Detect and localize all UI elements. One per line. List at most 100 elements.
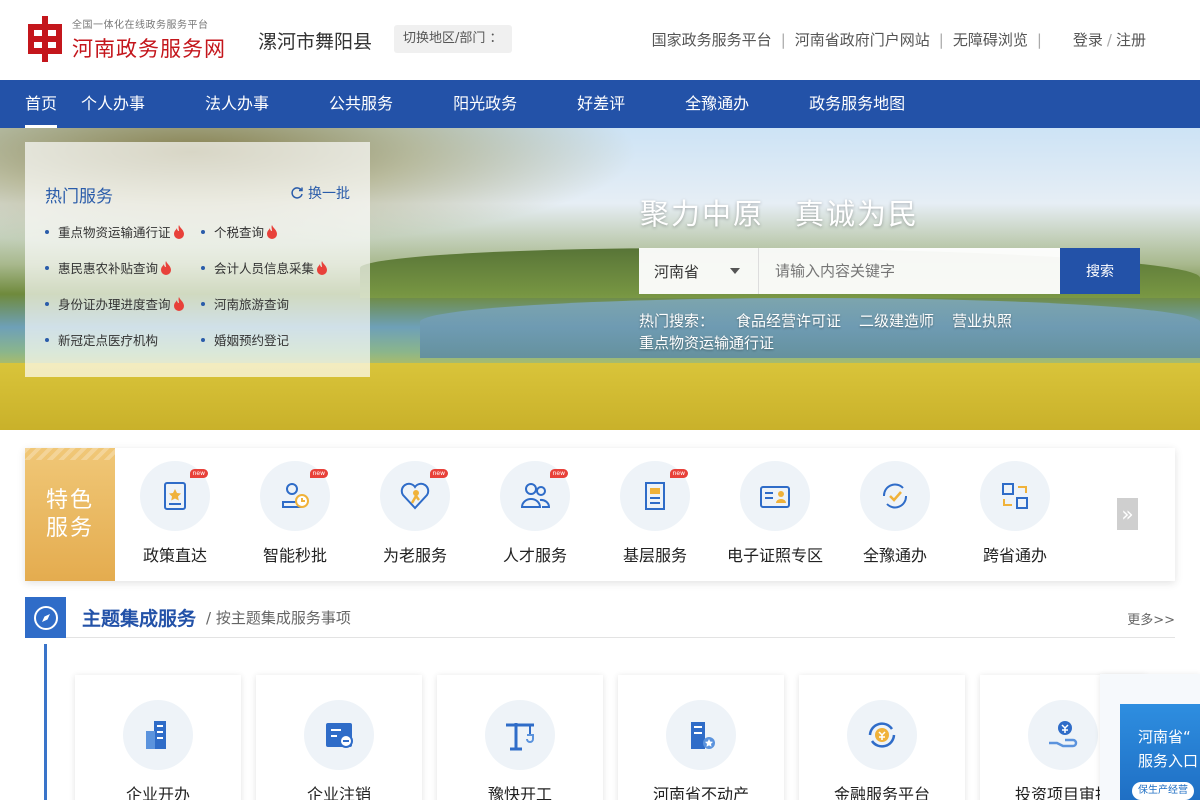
- nav-public-service[interactable]: 公共服务: [329, 80, 393, 128]
- nav-home[interactable]: 首页: [25, 80, 58, 128]
- nav-province-wide[interactable]: 全豫通办: [685, 80, 749, 128]
- theme-card-real-estate[interactable]: 河南省不动产: [618, 675, 784, 800]
- smart-approval-icon: [282, 483, 309, 508]
- feature-item-talent[interactable]: new 人才服务: [475, 448, 595, 581]
- banner-line: 河南省“: [1138, 728, 1191, 746]
- decorative-pattern: [25, 448, 115, 460]
- icon-circle: new: [140, 461, 210, 531]
- hot-service-item[interactable]: 河南旅游查询: [201, 294, 353, 313]
- link-accessibility[interactable]: 无障碍浏览: [953, 29, 1028, 50]
- refresh-button[interactable]: 换一批: [290, 183, 350, 203]
- nav-rating[interactable]: 好差评: [577, 80, 625, 128]
- register-link[interactable]: 注册: [1116, 29, 1146, 50]
- feature-next-button[interactable]: »: [1117, 498, 1138, 530]
- icon-circle: new: [380, 461, 450, 531]
- search-box: 河南省 搜索: [639, 248, 1140, 294]
- bullet: [201, 265, 205, 270]
- nav-corporate[interactable]: 法人办事: [205, 80, 269, 128]
- building-icon: [146, 721, 166, 749]
- theme-card-quick-start[interactable]: 豫快开工: [437, 675, 603, 800]
- link-national-platform[interactable]: 国家政务服务平台: [652, 29, 772, 50]
- icon-circle: [123, 700, 193, 770]
- divider: |: [780, 30, 786, 49]
- feature-item-province-wide[interactable]: 全豫通办: [835, 448, 955, 581]
- elderly-care-icon: [400, 482, 430, 510]
- hot-search-link[interactable]: 营业执照: [952, 312, 1012, 330]
- new-badge: new: [669, 469, 688, 478]
- hot-service-item[interactable]: 新冠定点医疗机构: [45, 330, 197, 349]
- auth-links: 登录 / 注册: [1073, 29, 1146, 50]
- refresh-icon: [291, 187, 303, 199]
- feature-item-label: 跨省通办: [982, 546, 1047, 565]
- new-badge: new: [189, 469, 208, 478]
- feature-item-label: 电子证照专区: [726, 546, 823, 565]
- finance-icon: [868, 722, 896, 748]
- theme-section-title: 主题集成服务: [82, 608, 197, 630]
- hero-slogan: 聚力中原 真诚为民: [640, 197, 920, 231]
- feature-label-line: 特色: [45, 487, 94, 513]
- link-henan-portal[interactable]: 河南省政府门户网站: [795, 29, 930, 50]
- crane-icon: [506, 723, 534, 751]
- theme-card-label: 豫快开工: [487, 785, 552, 800]
- feature-item-elderly[interactable]: new 为老服务: [355, 448, 475, 581]
- current-region: 漯河市舞阳县: [258, 31, 373, 53]
- new-badge: new: [309, 469, 328, 478]
- nav-personal[interactable]: 个人办事: [81, 80, 145, 128]
- feature-item-policy[interactable]: new 政策直达: [115, 448, 235, 581]
- hot-service-item[interactable]: 会计人员信息采集: [201, 258, 353, 277]
- feature-item-cross-province[interactable]: 跨省通办: [955, 448, 1075, 581]
- theme-card-label: 金融服务平台: [833, 785, 930, 800]
- bullet: [45, 301, 49, 306]
- hot-search-keywords: 热门搜索： 食品经营许可证 二级建造师 营业执照 重点物资运输通行证: [639, 310, 1059, 354]
- hot-service-label: 会计人员信息采集: [214, 261, 315, 276]
- bullet: [45, 265, 49, 270]
- search-button[interactable]: 搜索: [1060, 248, 1140, 294]
- hot-service-item[interactable]: 婚姻预约登记: [201, 330, 353, 349]
- hot-search-link[interactable]: 食品经营许可证: [736, 312, 841, 330]
- feature-item-e-license[interactable]: 电子证照专区: [715, 448, 835, 581]
- feature-item-grassroots[interactable]: new 基层服务: [595, 448, 715, 581]
- icon-circle: new: [500, 461, 570, 531]
- talent-icon: [520, 483, 551, 508]
- bullet: [45, 229, 49, 234]
- site-logo[interactable]: 全国一体化在线政务服务平台 河南政务服务网: [26, 14, 246, 64]
- theme-accent-bar: [44, 644, 47, 800]
- hot-services-panel: 热门服务 换一批 重点物资运输通行证 个税查询 惠民惠农补贴查询 会计人员信息采…: [25, 142, 370, 377]
- feature-item-label: 智能秒批: [262, 546, 327, 565]
- hot-service-item[interactable]: 惠民惠农补贴查询: [45, 258, 197, 277]
- hot-search-link[interactable]: 二级建造师: [859, 312, 934, 330]
- theme-card-business-startup[interactable]: 企业开办: [75, 675, 241, 800]
- feature-item-smart-approval[interactable]: new 智能秒批: [235, 448, 355, 581]
- banner-tag: 保生产经营: [1132, 782, 1194, 800]
- fire-icon: [161, 260, 172, 275]
- feature-services: 特色 服务 new 政策直达 new 智能秒批 new 为老服务 new 人才服…: [25, 448, 1175, 581]
- floating-service-banner[interactable]: 河南省“ 服务入口 保生产经营: [1120, 704, 1200, 800]
- hot-service-item[interactable]: 身份证办理进度查询: [45, 294, 197, 313]
- hot-service-item[interactable]: 个税查询: [201, 222, 353, 241]
- theme-cards: 企业开办 企业注销 豫快开工 河南省不动产 金融服务平台 投资项目审批: [75, 675, 1175, 800]
- nav-sunshine-affairs[interactable]: 阳光政务: [453, 80, 517, 128]
- feature-services-label: 特色 服务: [25, 448, 115, 581]
- bullet: [201, 229, 205, 234]
- fire-icon: [317, 260, 328, 275]
- nav-service-map[interactable]: 政务服务地图: [809, 80, 905, 128]
- switch-region-button[interactable]: 切换地区/部门 ：: [394, 25, 512, 53]
- banner-line: 服务入口: [1138, 752, 1199, 770]
- fire-icon: [267, 224, 278, 239]
- theme-card-business-cancel[interactable]: 企业注销: [256, 675, 422, 800]
- icon-circle: [666, 700, 736, 770]
- theme-more-link[interactable]: 更多>>: [1127, 609, 1175, 628]
- hot-service-label: 身份证办理进度查询: [58, 297, 171, 312]
- logo-subtitle: 全国一体化在线政务服务平台: [72, 19, 209, 31]
- hot-search-link[interactable]: 重点物资运输通行证: [639, 332, 1059, 354]
- hot-search-label: 热门搜索：: [639, 312, 715, 330]
- search-scope-value: 河南省: [654, 262, 700, 281]
- hot-service-label: 河南旅游查询: [214, 297, 290, 312]
- search-input[interactable]: [759, 248, 1060, 294]
- login-link[interactable]: 登录: [1073, 29, 1103, 50]
- theme-card-finance[interactable]: 金融服务平台: [799, 675, 965, 800]
- divider: |: [938, 30, 944, 49]
- policy-icon: [164, 482, 186, 510]
- hot-service-item[interactable]: 重点物资运输通行证: [45, 222, 197, 241]
- search-scope-select[interactable]: 河南省: [639, 248, 759, 294]
